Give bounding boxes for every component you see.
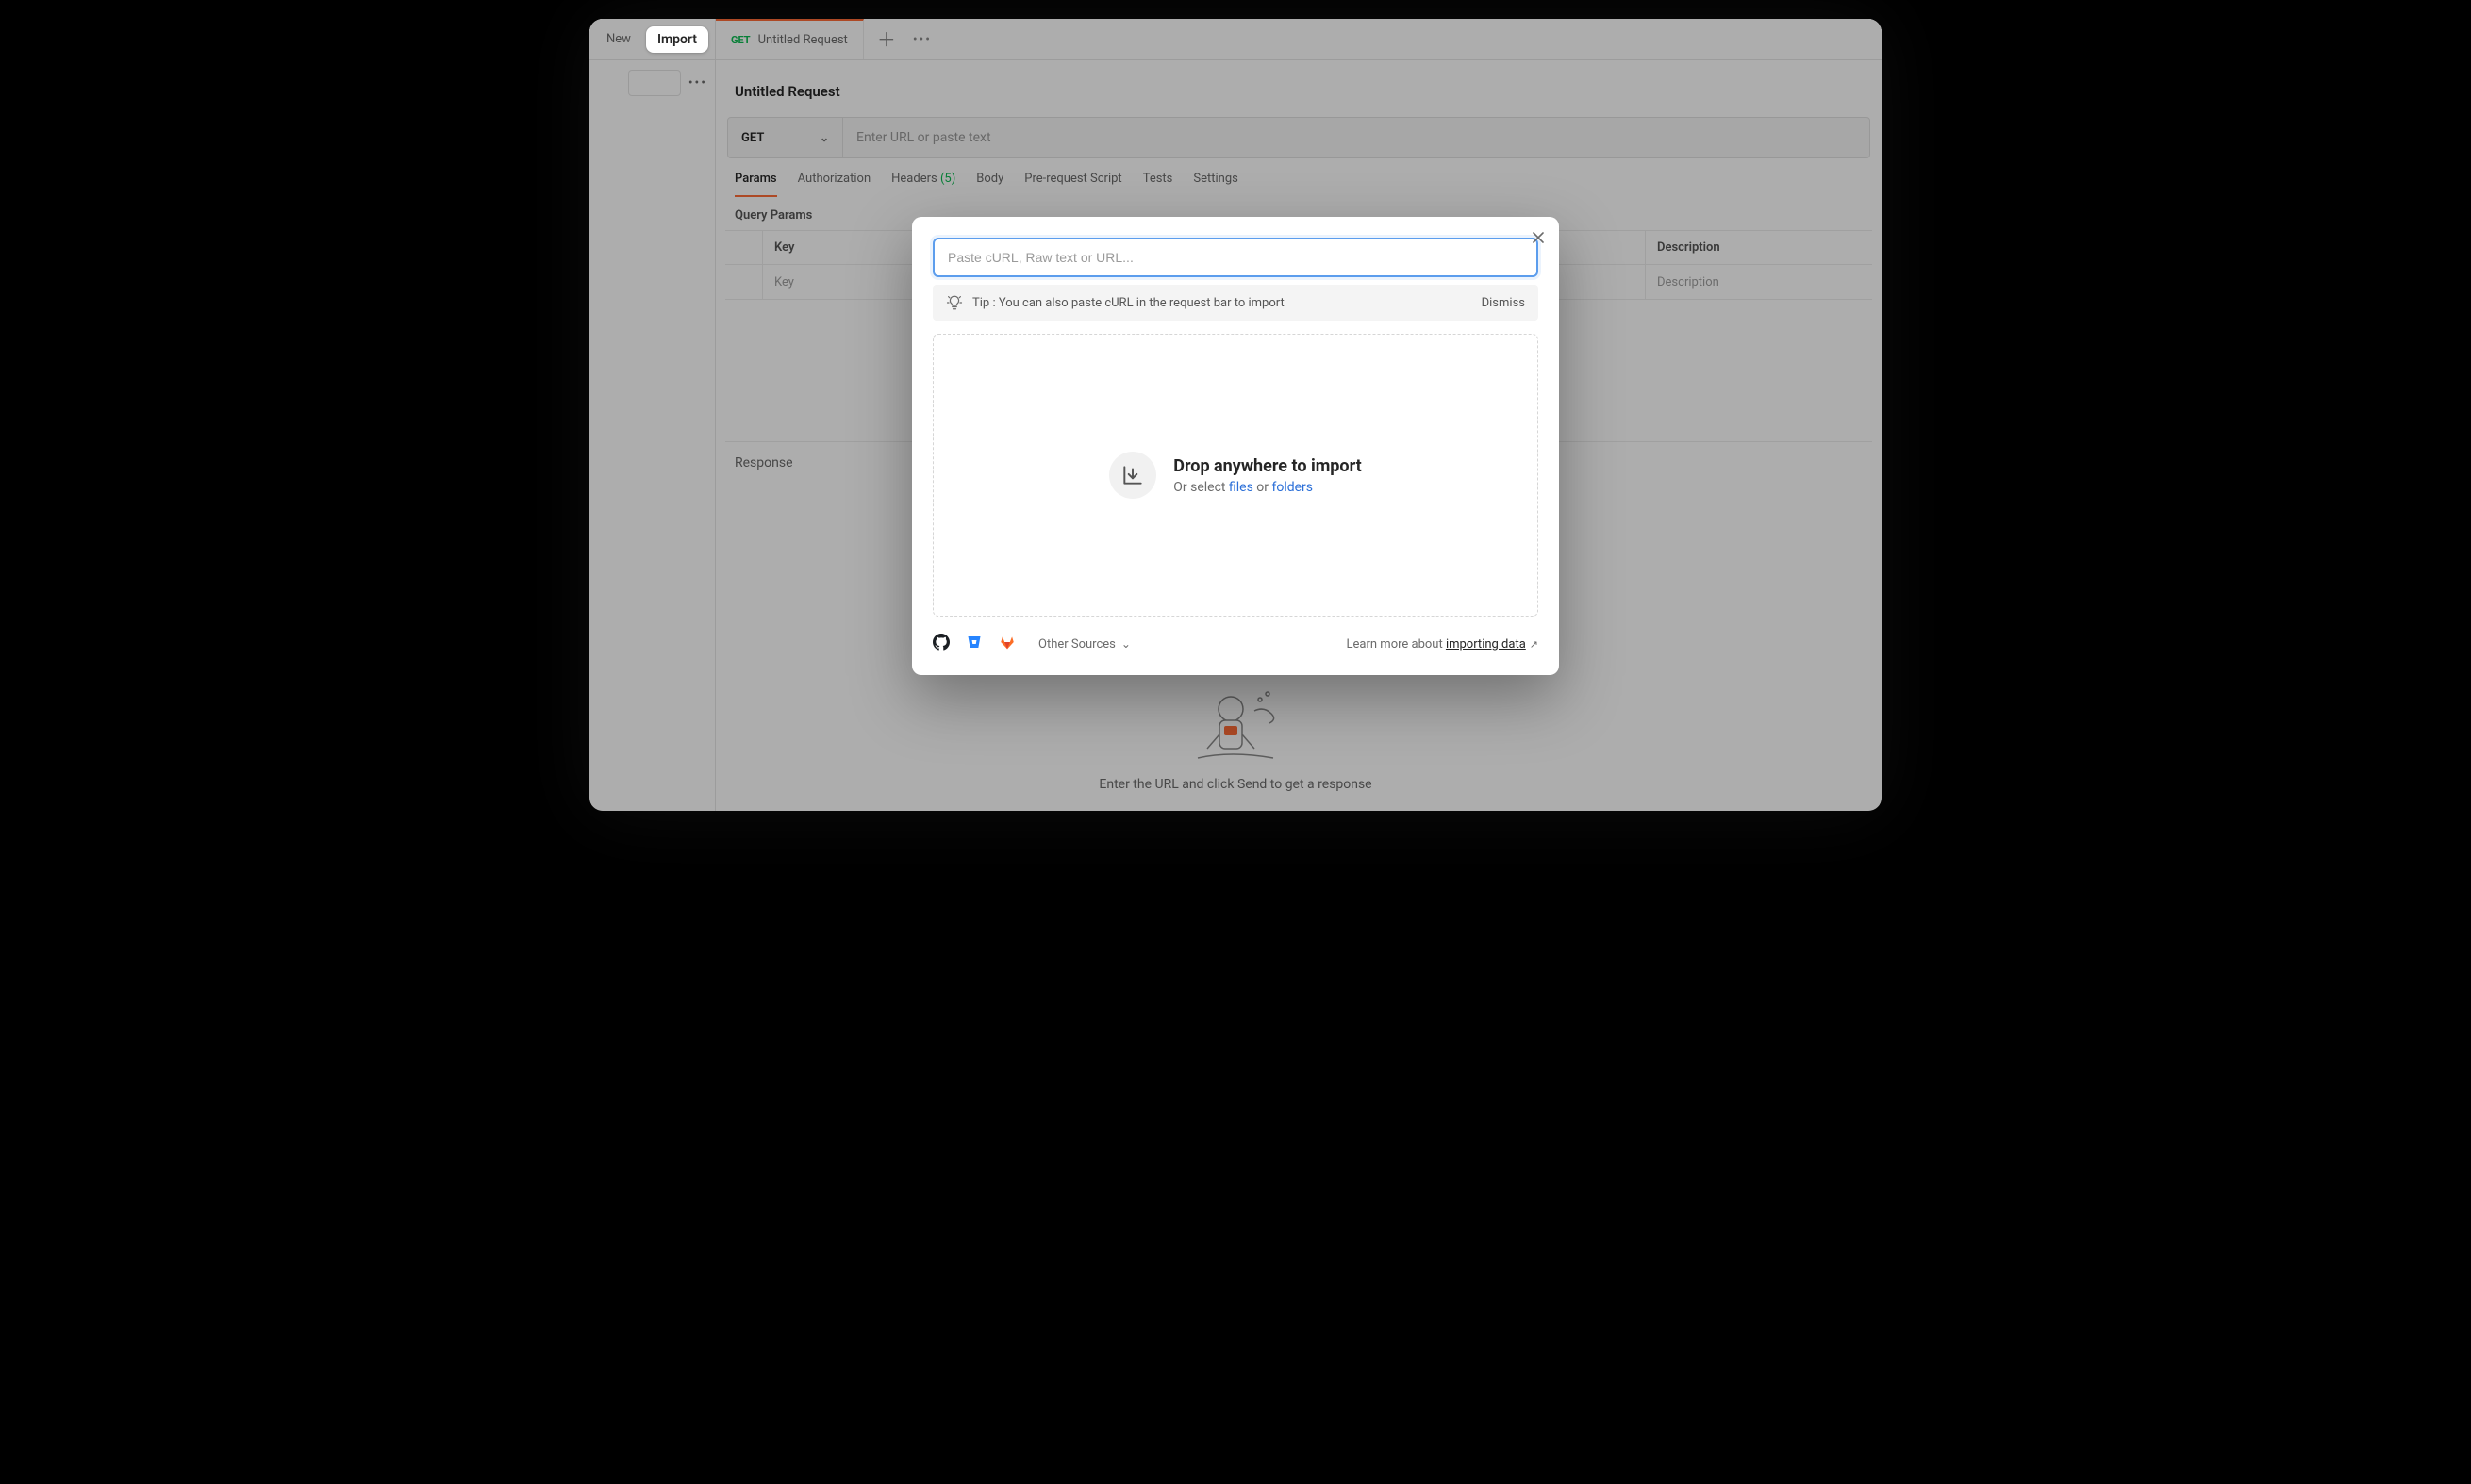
drop-title: Drop anywhere to import <box>1173 456 1361 476</box>
drop-text: Drop anywhere to import Or select files … <box>1173 456 1361 495</box>
close-icon <box>1531 230 1546 245</box>
source-icons: Other Sources ⌄ <box>933 634 1131 654</box>
lightbulb-icon <box>946 294 963 311</box>
import-dropzone[interactable]: Drop anywhere to import Or select files … <box>933 334 1538 617</box>
external-link-icon: ↗ <box>1530 638 1538 651</box>
import-icon <box>1109 452 1156 499</box>
other-sources-button[interactable]: Other Sources ⌄ <box>1038 637 1131 651</box>
learn-more: Learn more about importing data ↗ <box>1347 637 1538 651</box>
tip-bar: Tip : You can also paste cURL in the req… <box>933 285 1538 321</box>
close-button[interactable] <box>1531 230 1546 249</box>
github-icon[interactable] <box>933 634 950 654</box>
bitbucket-icon[interactable] <box>967 635 982 653</box>
drop-sub-prefix: Or select <box>1173 480 1229 495</box>
gitlab-icon[interactable] <box>999 634 1016 654</box>
import-modal: Tip : You can also paste cURL in the req… <box>912 217 1559 675</box>
tip-text: Tip : You can also paste cURL in the req… <box>972 296 1285 310</box>
import-paste-input[interactable] <box>933 238 1538 277</box>
select-folders-link[interactable]: folders <box>1271 480 1313 495</box>
modal-footer: Other Sources ⌄ Learn more about importi… <box>933 634 1538 654</box>
drop-or: or <box>1253 480 1272 495</box>
other-sources-label: Other Sources <box>1038 637 1116 651</box>
learn-prefix: Learn more about <box>1347 637 1446 651</box>
import-button[interactable]: Import <box>646 26 708 53</box>
dismiss-button[interactable]: Dismiss <box>1482 296 1525 310</box>
learn-link[interactable]: importing data <box>1446 637 1526 651</box>
app-window: New Import GET Untitled Request ＋ ••• ••… <box>589 19 1882 811</box>
select-files-link[interactable]: files <box>1229 480 1253 495</box>
chevron-down-icon: ⌄ <box>1121 637 1131 651</box>
